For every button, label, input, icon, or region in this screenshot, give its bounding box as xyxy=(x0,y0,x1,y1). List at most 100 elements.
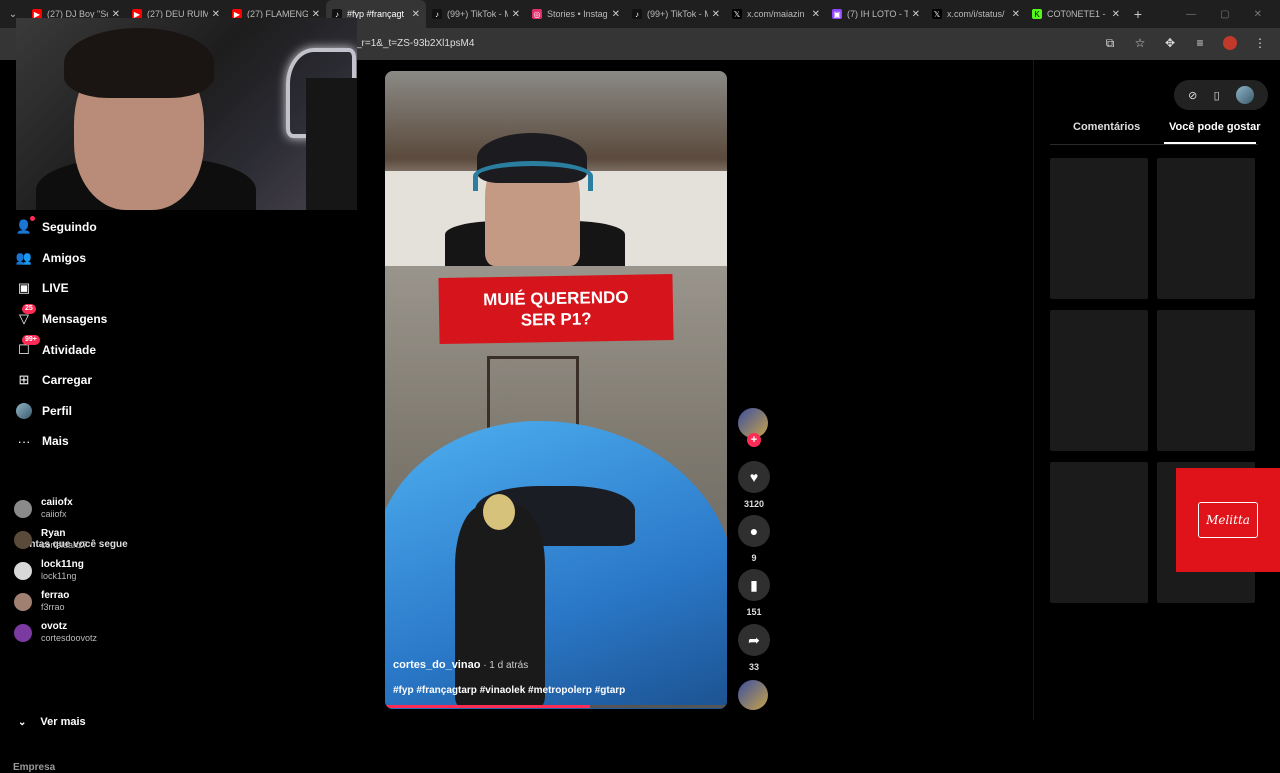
profile-avatar-icon[interactable] xyxy=(1222,36,1238,53)
compass-icon[interactable]: ⊘ xyxy=(1188,89,1197,102)
account-avatar xyxy=(14,499,32,518)
new-tab-button[interactable]: + xyxy=(1126,6,1150,22)
sidebar-item-amigos[interactable]: 👥 Amigos xyxy=(16,248,86,268)
see-more-button[interactable]: ⌄ Ver mais xyxy=(18,716,86,728)
sidebar-item-carregar[interactable]: ⊞ Carregar xyxy=(16,370,92,390)
tab-close-icon[interactable]: ✕ xyxy=(412,9,420,20)
tab-comments[interactable]: Comentários xyxy=(1073,121,1140,133)
heart-icon: ♥ xyxy=(749,469,759,485)
sidebar-item-label: Amigos xyxy=(42,251,87,265)
browser-tab-title: Stories • Instag xyxy=(547,9,608,19)
see-more-label: Ver mais xyxy=(40,716,86,728)
tab-close-icon[interactable]: ✕ xyxy=(712,9,720,20)
account-text: ovotz cortesdoovotz xyxy=(41,621,97,644)
tab-suggested[interactable]: Você pode gostar xyxy=(1169,121,1260,133)
account-handle: lock11ng xyxy=(41,571,77,581)
browser-tab[interactable]: K COT0NETE1 - V ✕ xyxy=(1026,0,1126,28)
browser-menu-icon[interactable]: ⋮ xyxy=(1252,36,1268,53)
sidebar-item-mais[interactable]: ··· Mais xyxy=(16,431,69,451)
phone-icon[interactable]: ▯ xyxy=(1214,89,1220,102)
media-icon[interactable]: ≡ xyxy=(1192,36,1208,53)
followed-account[interactable]: ferrao f3rrao xyxy=(14,590,69,613)
tab-close-icon[interactable]: ✕ xyxy=(612,9,620,20)
footer-company-link[interactable]: Empresa xyxy=(13,762,55,773)
account-handle: f3rrao xyxy=(41,602,65,612)
sidebar-item-perfil[interactable]: Perfil xyxy=(16,401,72,421)
video-progress-bar[interactable] xyxy=(385,705,727,708)
browser-tab[interactable]: ♪ (99+) TikTok - M ✕ xyxy=(626,0,726,28)
browser-tab[interactable]: 𝕏x.com/maiazin ✕ xyxy=(726,0,826,28)
browser-tab[interactable]: 𝕏x.com/i/status/ ✕ xyxy=(926,0,1026,28)
followed-account[interactable]: caiiofx caiiofx xyxy=(14,497,73,520)
account-name: caiiofx xyxy=(41,497,73,508)
followed-account[interactable]: lock11ng lock11ng xyxy=(14,559,84,582)
sidebar-item-label: Atividade xyxy=(42,343,97,357)
video-facecam xyxy=(385,71,727,266)
extensions-icon[interactable]: ✥ xyxy=(1162,36,1178,53)
save-button[interactable]: ▮ xyxy=(738,569,770,601)
browser-tab-title: (99+) TikTok - M xyxy=(647,9,708,19)
browser-tab[interactable]: ♪ (99+) TikTok - M ✕ xyxy=(426,0,526,28)
tab-close-icon[interactable]: ✕ xyxy=(812,9,820,20)
suggested-video-thumb[interactable] xyxy=(1157,158,1255,299)
account-avatar xyxy=(14,623,32,642)
suggested-video-thumb[interactable] xyxy=(1157,310,1255,451)
suggested-video-thumb[interactable] xyxy=(1050,158,1148,299)
browser-tab[interactable]: ◎ Stories • Instag ✕ xyxy=(526,0,626,28)
sidebar-item-seguindo[interactable]: 👤 Seguindo xyxy=(16,216,97,237)
close-window-icon[interactable]: ✕ xyxy=(1254,9,1262,20)
chair xyxy=(306,78,357,210)
like-button[interactable]: ♥ xyxy=(738,461,770,493)
account-text: Ryan corteluanz7 xyxy=(41,528,88,551)
comment-count: 9 xyxy=(751,553,757,563)
sidebar-item-live[interactable]: ▣ LIVE xyxy=(16,278,69,298)
messages-icon: ▽ 25 xyxy=(16,304,36,327)
browser-tab-title: x.com/maiazin xyxy=(747,9,805,19)
follow-plus-button[interactable]: + xyxy=(747,433,761,447)
toolbar-icons: ⧉ ☆ ✥ ≡ ⋮ xyxy=(1102,36,1268,53)
right-panel: ⊘ ▯ Comentários Você pode gostar xyxy=(1033,60,1280,720)
activity-icon: ☐ 99+ xyxy=(16,335,40,358)
comment-button[interactable]: ● xyxy=(738,515,770,547)
url-text[interactable]: _r=1&_t=ZS-93b2Xl1psM4 xyxy=(356,38,474,49)
video-title-banner: MUIÉ QUERENDO SER P1? xyxy=(438,273,674,345)
tab-close-icon[interactable]: ✕ xyxy=(1112,9,1120,20)
upload-icon: ⊞ xyxy=(18,372,30,387)
account-avatar xyxy=(14,530,32,549)
sidebar-item-label: Seguindo xyxy=(42,220,97,234)
person-follow-icon: 👤 xyxy=(16,216,35,235)
followed-account[interactable]: Ryan corteluanz7 xyxy=(14,528,88,551)
suggested-video-thumb[interactable] xyxy=(1050,310,1148,451)
tab-close-icon[interactable]: ✕ xyxy=(1012,9,1020,20)
x-favicon-icon: 𝕏 xyxy=(732,9,742,19)
bookmark-star-icon[interactable]: ☆ xyxy=(1132,36,1148,53)
video-player[interactable]: MUIÉ QUERENDO SER P1? cortes_do_vinao · … xyxy=(385,71,727,709)
kick-favicon-icon: K xyxy=(1032,9,1042,19)
tab-close-icon[interactable]: ✕ xyxy=(912,9,920,20)
sidebar-item-atividade[interactable]: ☐ 99+ Atividade xyxy=(16,335,97,360)
maximize-icon[interactable]: ▢ xyxy=(1220,9,1229,20)
tab-close-icon[interactable]: ✕ xyxy=(512,9,520,20)
browser-tab[interactable]: ▣ (7) IH LOTO - T ✕ xyxy=(826,0,926,28)
suggested-video-thumb[interactable] xyxy=(1050,462,1148,603)
user-avatar[interactable] xyxy=(1235,86,1254,104)
sidebar-item-mensagens[interactable]: ▽ 25 Mensagens xyxy=(16,304,107,329)
active-tab-underline xyxy=(1164,142,1256,144)
video-author[interactable]: cortes_do_vinao xyxy=(393,659,480,671)
followed-account[interactable]: ovotz cortesdoovotz xyxy=(14,621,97,644)
share-button[interactable]: ➦ xyxy=(738,624,770,656)
advertisement-banner[interactable]: Melitta xyxy=(1176,468,1280,572)
notification-badge: 25 xyxy=(22,304,36,314)
account-avatar xyxy=(14,592,32,611)
notification-badge: 99+ xyxy=(22,335,40,345)
video-title-line2: SER P1? xyxy=(520,309,592,330)
x-favicon-icon: 𝕏 xyxy=(932,9,942,19)
video-hashtags[interactable]: #fyp #françagtarp #vinaolek #metropolerp… xyxy=(393,685,625,696)
cast-icon[interactable]: ⧉ xyxy=(1102,36,1118,53)
tab-divider xyxy=(1050,144,1258,145)
sidebar-item-label: Mais xyxy=(42,434,69,448)
next-creator-avatar[interactable] xyxy=(738,680,768,710)
ad-brand-logo: Melitta xyxy=(1198,502,1258,538)
minimize-icon[interactable]: — xyxy=(1186,9,1196,20)
sidebar-item-label: Carregar xyxy=(42,373,93,387)
